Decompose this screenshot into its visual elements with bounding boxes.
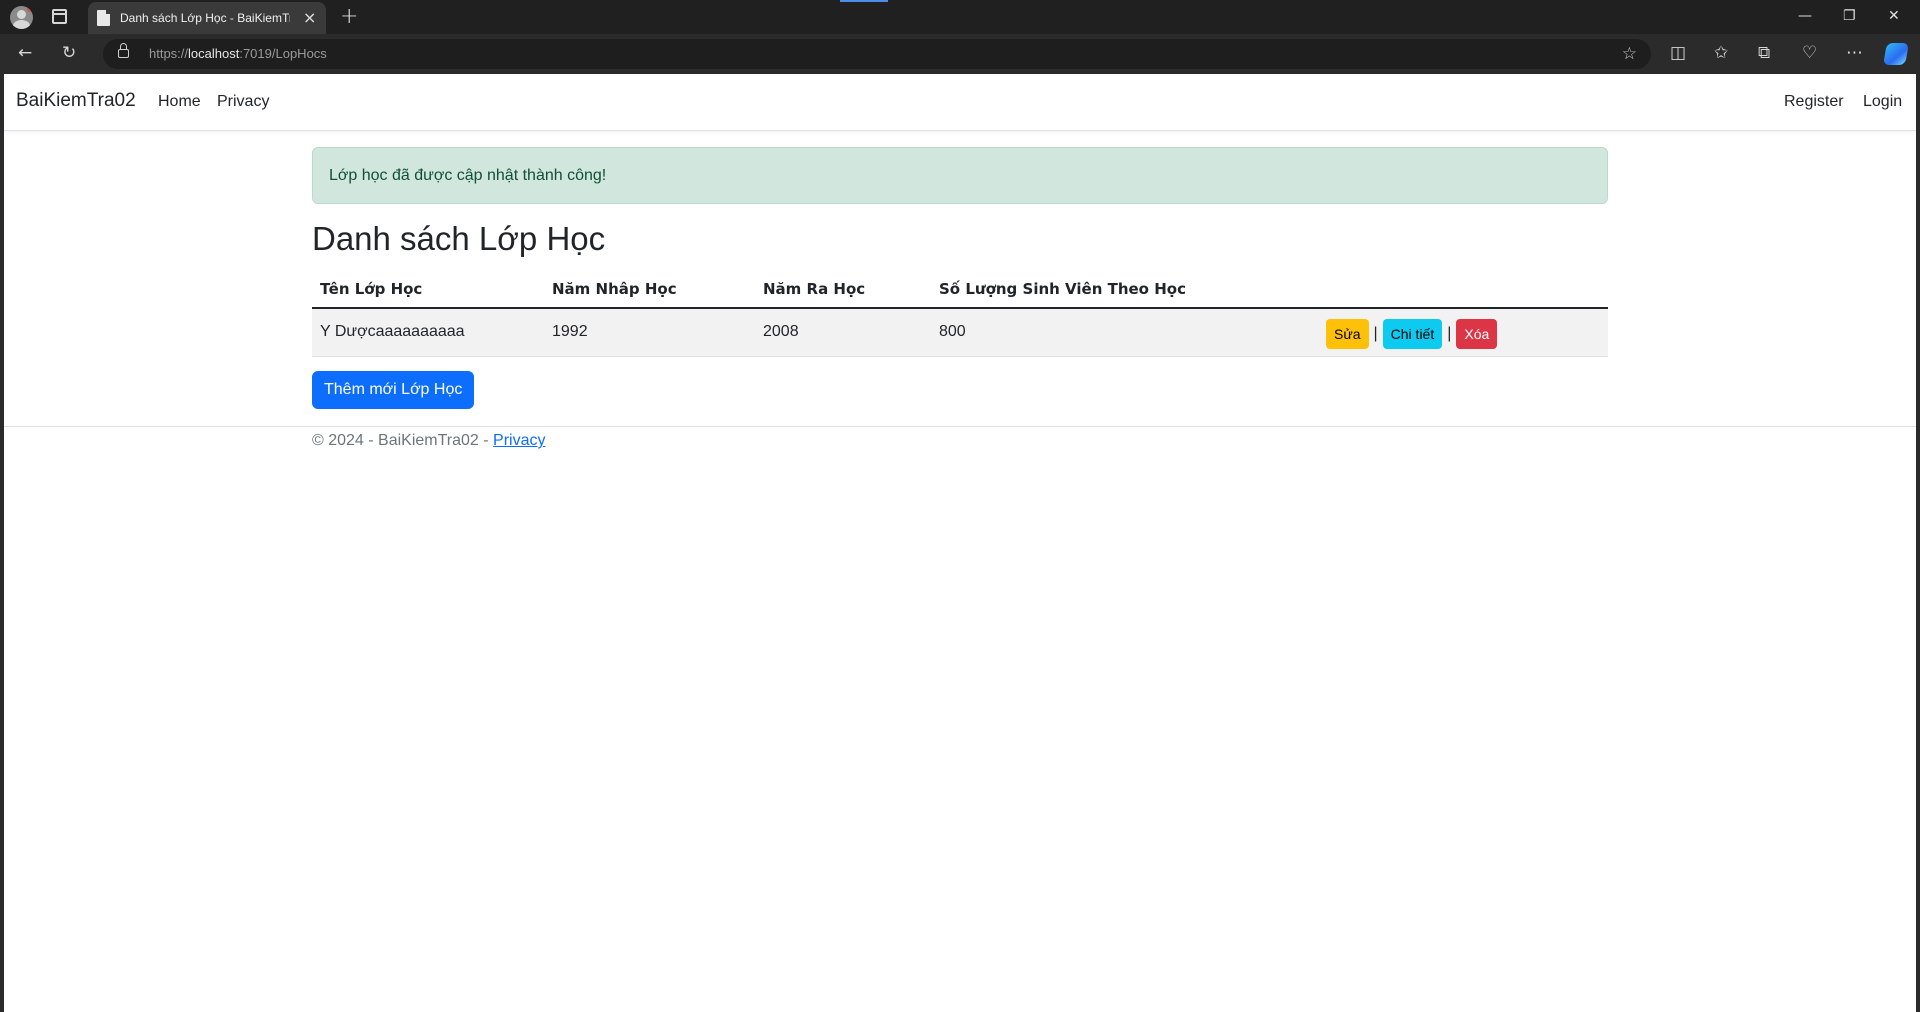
split-screen-icon[interactable]: ◫ <box>1670 43 1686 63</box>
nav-link-privacy[interactable]: Privacy <box>217 93 269 111</box>
copilot-icon[interactable] <box>1883 43 1909 65</box>
titlebar-accent <box>840 0 888 2</box>
minimize-icon[interactable]: — <box>1798 8 1812 24</box>
alert-message: Lớp học đã được cập nhật thành công! <box>329 167 607 184</box>
site-navbar: BaiKiemTra02 Home Privacy Register Login <box>4 74 1916 131</box>
table-row: Y Dượcaaaaaaaaaa 1992 2008 800 Sửa | Chi t… <box>312 308 1608 357</box>
action-separator: | <box>1373 325 1378 343</box>
lock-icon[interactable] <box>118 43 129 59</box>
action-separator: | <box>1447 325 1452 343</box>
column-header-ten-lop: Tên Lớp Học <box>312 270 544 309</box>
column-header-nam-nhap: Năm Nhâp Học <box>544 270 755 309</box>
page-viewport: BaiKiemTra02 Home Privacy Register Login… <box>4 74 1916 1012</box>
favorite-star-icon[interactable]: ☆ <box>1622 44 1637 64</box>
navbar-brand[interactable]: BaiKiemTra02 <box>16 90 136 112</box>
lop-hoc-table: Tên Lớp Học Năm Nhâp Học Năm Ra Học Số L… <box>312 270 1608 357</box>
details-button[interactable]: Chi tiết <box>1382 319 1443 350</box>
footer-text: © 2024 - BaiKiemTra02 - Privacy <box>312 432 546 449</box>
nav-link-home[interactable]: Home <box>158 93 201 111</box>
browser-tab-active[interactable]: Danh sách Lớp Học - BaiKiemTra02 × <box>88 2 326 34</box>
refresh-icon[interactable]: ↻ <box>62 43 76 63</box>
tab-close-icon[interactable]: × <box>303 8 316 28</box>
page-favicon-icon <box>97 10 110 26</box>
column-header-nam-ra: Năm Ra Học <box>755 270 931 309</box>
tab-actions-icon[interactable] <box>52 9 67 24</box>
cell-nam-nhap: 1992 <box>544 308 755 357</box>
browser-titlebar: Danh sách Lớp Học - BaiKiemTra02 × + — ❐… <box>0 0 1920 34</box>
profile-avatar-icon[interactable] <box>10 6 33 29</box>
nav-link-login[interactable]: Login <box>1863 93 1902 111</box>
url-text[interactable]: https://localhost:7019/LopHocs <box>149 46 327 61</box>
collections-icon[interactable]: ⧉ <box>1758 43 1770 63</box>
site-footer: © 2024 - BaiKiemTra02 - Privacy <box>4 426 1916 486</box>
footer-privacy-link[interactable]: Privacy <box>493 432 545 449</box>
add-lop-hoc-button[interactable]: Thêm mới Lớp Học <box>312 371 475 409</box>
favorites-icon[interactable]: ✩ <box>1714 43 1728 63</box>
success-alert: Lớp học đã được cập nhật thành công! <box>312 147 1608 204</box>
cell-actions: Sửa | Chi tiết | Xóa <box>1317 308 1608 357</box>
window-close-icon[interactable]: ✕ <box>1888 8 1900 24</box>
browser-toolbar: ← ↻ https://localhost:7019/LopHocs ☆ ◫ ✩… <box>0 34 1920 74</box>
cell-ten-lop: Y Dượcaaaaaaaaaa <box>312 308 544 357</box>
column-header-so-luong: Số Lượng Sinh Viên Theo Học <box>931 270 1317 309</box>
tab-title: Danh sách Lớp Học - BaiKiemTra02 <box>120 11 290 25</box>
table-header-row: Tên Lớp Học Năm Nhâp Học Năm Ra Học Số L… <box>312 270 1608 309</box>
delete-button[interactable]: Xóa <box>1456 319 1498 350</box>
restore-icon[interactable]: ❐ <box>1843 8 1856 24</box>
new-tab-icon[interactable]: + <box>340 4 358 30</box>
window-border-right <box>1916 74 1920 1012</box>
address-bar[interactable]: https://localhost:7019/LopHocs ☆ <box>103 39 1651 69</box>
page-title: Danh sách Lớp Học <box>312 220 606 257</box>
cell-nam-ra: 2008 <box>755 308 931 357</box>
more-options-icon[interactable]: ⋯ <box>1846 43 1863 63</box>
back-arrow-icon[interactable]: ← <box>18 43 32 63</box>
edit-button[interactable]: Sửa <box>1326 319 1369 350</box>
cell-so-luong: 800 <box>931 308 1317 357</box>
browser-essentials-icon[interactable]: ♡ <box>1802 43 1817 63</box>
column-header-actions <box>1317 270 1608 309</box>
nav-link-register[interactable]: Register <box>1784 93 1844 111</box>
